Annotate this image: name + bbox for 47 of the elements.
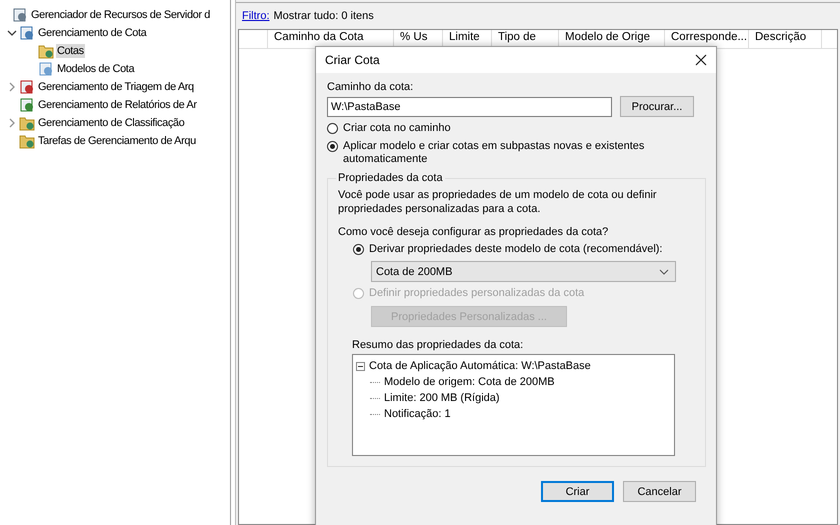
folder-icon (19, 133, 35, 149)
tree-item[interactable]: Gerenciamento de Cota (37, 26, 148, 40)
close-icon[interactable] (695, 54, 707, 66)
tree-item[interactable]: Modelo de origem: Cota de 200MB (384, 376, 555, 388)
radio-label: Aplicar modelo e criar cotas em subpastas novas e existentes automaticamente (343, 140, 646, 166)
question-text: Como você deseja configurar as propriedades da cota? (338, 226, 610, 238)
filter-text: Mostrar tudo: 0 itens (274, 10, 374, 22)
radio-button[interactable] (327, 141, 338, 152)
radio-label: Derivar propriedades deste modelo de cota (recomendável): (369, 243, 664, 256)
radio-label: Criar cota no caminho (343, 122, 452, 135)
tree-item[interactable]: Cotas (56, 44, 85, 58)
tree-item[interactable]: Gerenciamento de Triagem de Arq (37, 80, 195, 94)
node-icon (12, 7, 28, 23)
chevron-down-icon[interactable] (7, 28, 17, 38)
dialog-button[interactable]: Criar (541, 481, 614, 502)
tree-item[interactable]: Tarefas de Gerenciamento de Arqu (37, 134, 197, 148)
summary-label: Resumo das propriedades da cota: (352, 339, 524, 351)
tree-item[interactable]: Gerenciamento de Relatórios de Ar (37, 98, 198, 112)
tree-item[interactable]: Gerenciador de Recursos de Servidor d (30, 8, 212, 22)
group-title: Propriedades da cota (337, 172, 444, 184)
path-label: Caminho da cota: (327, 81, 414, 93)
chevron-down-icon (659, 268, 669, 274)
tree-item[interactable]: Notificação: 1 (384, 408, 451, 420)
chevron-right-icon[interactable] (7, 118, 17, 128)
path-field[interactable]: W:\PastaBase (327, 96, 612, 116)
folder-icon (38, 43, 54, 59)
radio-label: Definir propriedades personalizadas da cota (369, 287, 586, 300)
template-dropdown[interactable]: Cota de 200MB (371, 261, 676, 282)
collapse-icon[interactable] (356, 362, 365, 370)
node-icon (38, 61, 54, 77)
radio-button[interactable] (327, 123, 338, 134)
tree-item[interactable]: Gerenciamento de Classificação (37, 116, 186, 130)
tree-item[interactable]: Cota de Aplicação Automática: W:\PastaBase (369, 360, 591, 372)
column-header[interactable]: Descrição (749, 30, 822, 48)
folder-icon (19, 115, 35, 131)
filter-link[interactable]: Filtro: (242, 10, 270, 22)
dialog-title: Criar Cota (325, 53, 380, 67)
dialog-button[interactable]: Cancelar (623, 481, 696, 502)
node-icon (19, 79, 35, 95)
radio-button[interactable] (353, 244, 364, 255)
chevron-right-icon[interactable] (7, 82, 17, 92)
node-icon (19, 25, 35, 41)
node-icon (19, 97, 35, 113)
browse-button[interactable]: Procurar... (620, 96, 694, 117)
description-text: Você pode usar as propriedades de um modelo de cota ou definir propriedades personalizadas para a cota. (338, 188, 658, 216)
tree-item[interactable]: Limite: 200 MB (Rígida) (384, 392, 500, 404)
tree-item[interactable]: Modelos de Cota (56, 62, 136, 76)
